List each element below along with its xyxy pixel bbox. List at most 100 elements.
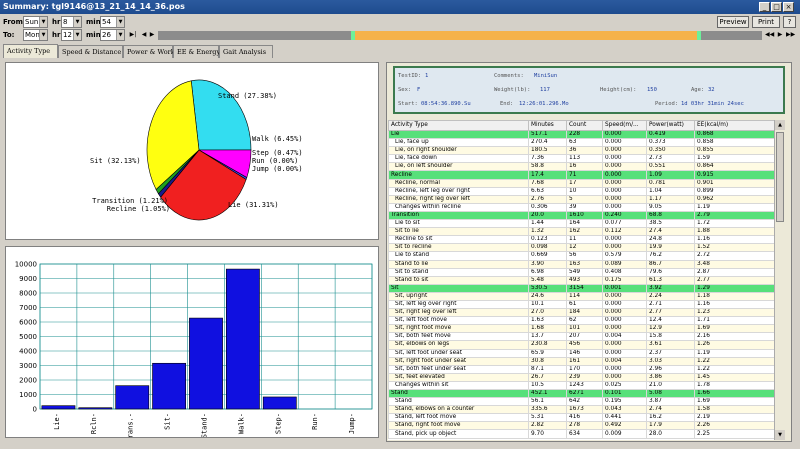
to-day-select[interactable]: Mon ▼ [23,29,48,41]
table-row[interactable]: Sit to stand 6.98 549 0.408 79.6 2.87 [388,267,774,277]
table-row[interactable]: Sit to recline 0.098 12 0.000 19.9 1.52 [388,243,774,253]
table-row[interactable]: Lie, face up 270.4 63 0.000 0.373 0.858 [388,138,774,148]
table-row[interactable]: Sit, feet elevated 26.7 239 0.000 3.86 1.45 [388,372,774,382]
timeline-end-handle[interactable] [697,31,701,40]
table-row[interactable]: Sit, upright 24.6 114 0.000 2.24 1.18 [388,291,774,301]
table-cell: 2.77 [646,308,695,318]
table-row[interactable]: Stand to sit 5.48 493 0.175 61.3 2.77 [388,275,774,285]
table-row[interactable]: Sit, left foot move 1.63 62 0.000 12.4 1.71 [388,316,774,326]
scroll-up-icon[interactable]: ▲ [775,120,785,130]
table-row[interactable]: Stand, left foot move 5.31 416 0.441 16.2 2.1… [388,413,774,423]
rewind-icon[interactable]: ◀◀ [765,29,774,41]
table-row[interactable]: Recline, normal 7.68 17 0.000 0.781 0.901 [388,178,774,188]
table-row[interactable]: Lie, on left shoulder 58.8 16 0.000 0.551 0.8… [388,162,774,172]
table-cell: Stand to sit [388,275,529,285]
column-header[interactable]: EE(kcal/m) [694,120,774,131]
column-header[interactable]: Minutes [528,120,567,131]
timeline-selection[interactable] [354,31,698,40]
tab-activity-type[interactable]: Activity Type [3,44,58,58]
table-row[interactable]: Lie to stand 0.669 56 0.579 76.2 2.72 [388,251,774,261]
table-row[interactable]: Sit, right foot move 1.68 101 0.000 12.9 1.69 [388,324,774,334]
print-button[interactable]: Print [752,16,780,28]
table-row[interactable]: Recline to sit 0.123 11 0.000 24.8 1.16 [388,235,774,245]
column-header[interactable]: Power(watt) [646,120,695,131]
tab-gait-analysis[interactable]: Gait Analysis [219,45,273,58]
table-cell: 549 [566,267,603,277]
activity-table-container[interactable]: Activity Type Minutes Count Speed(m/... Powe… [388,120,774,440]
table-cell: 0.901 [694,178,774,188]
table-row[interactable]: Sit, elbows on legs 230.8 456 0.000 3.61 1.26 [388,340,774,350]
chevron-down-icon: ▼ [116,17,124,27]
timeline-track[interactable] [158,31,762,40]
x-tick-label: Run- [311,413,319,430]
scroll-thumb[interactable] [776,132,784,222]
tab-ee-energy[interactable]: EE & Energy [173,45,220,58]
table-category-row[interactable]: Sit 530.5 3154 0.001 3.92 1.29 [388,283,774,293]
table-cell: 0.000 [602,348,647,358]
preview-button[interactable]: Preview [717,16,749,28]
table-cell: 76.2 [646,251,695,261]
table-row[interactable]: Stand to lie 3.90 163 0.089 86.7 3.48 [388,259,774,269]
table-row[interactable]: Sit, left foot under seat 65.9 146 0.000 2.3… [388,348,774,358]
table-row[interactable]: Sit, left leg over right 10.1 61 0.000 2.71 1… [388,299,774,310]
table-cell: 0.195 [602,397,647,407]
table-row[interactable]: Sit, both feet under seat 87.1 170 0.000 2.9… [388,364,774,374]
minimize-icon[interactable]: _ [759,2,770,12]
table-row[interactable]: Changes within recline 0.306 39 0.000 9.05 1.… [388,202,774,212]
to-min-select[interactable]: 26 ▼ [100,29,125,41]
table-cell: 1673 [566,405,603,415]
table-cell: 0.899 [694,186,774,196]
from-min-select[interactable]: 54 ▼ [100,16,125,28]
close-icon[interactable]: × [783,2,794,12]
table-row[interactable]: Lie, on right shoulder 180.5 36 0.000 0.350 0… [388,146,774,156]
table-cell: Changes within recline [388,202,529,212]
column-header[interactable]: Count [566,120,603,131]
maximize-icon[interactable]: □ [771,2,782,12]
table-cell: Lie, on right shoulder [388,146,529,156]
to-hr-select[interactable]: 12 ▼ [61,29,82,41]
table-cell: Stand, left foot move [388,413,529,423]
pie-label: Transition (1.21%) [92,197,168,205]
from-day-select[interactable]: Sun ▼ [23,16,48,28]
table-category-row[interactable]: Transition 20.0 1610 0.240 68.8 2.79 [388,210,774,221]
table-cell: 19.9 [646,243,695,253]
table-cell: 0.962 [694,194,774,204]
table-row[interactable]: Stand, pick up object 9.70 634 0.009 28.0 2.2… [388,429,774,439]
table-cell: 2.87 [694,267,774,277]
column-header[interactable]: Speed(m/... [602,120,647,131]
table-row[interactable]: Recline, right leg over left 2.76 5 0.000 1.… [388,194,774,204]
table-row[interactable]: Stand 56.1 642 0.195 3.87 1.69 [388,397,774,407]
next-icon[interactable]: ▶ [148,29,156,41]
timeline-start-handle[interactable] [351,31,355,40]
table-category-row[interactable]: Stand 452.1 6271 0.101 5.08 1.66 [388,388,774,399]
period-label: Period: [655,101,679,107]
table-cell: 0.000 [602,186,647,196]
from-hr-select[interactable]: 8 ▼ [61,16,82,28]
from-hr-value: 8 [63,18,68,26]
table-row[interactable]: Sit, right foot under seat 30.8 161 0.004 3.… [388,356,774,366]
table-row[interactable]: Recline, left leg over right 6.63 10 0.000 1… [388,186,774,196]
scroll-down-icon[interactable]: ▼ [775,430,785,440]
table-row[interactable]: Sit to lie 1.32 162 0.112 27.4 1.88 [388,227,774,237]
table-row[interactable]: Lie to sit 1.44 164 0.077 38.5 1.72 [388,219,774,229]
table-row[interactable]: Lie, face down 7.36 113 0.000 2.73 1.59 [388,154,774,164]
prev-icon[interactable]: ◀ [140,29,148,41]
tab-power-work[interactable]: Power & Work [123,45,175,58]
table-row[interactable]: Sit, right leg over left 27.0 184 0.000 2.77… [388,308,774,318]
table-cell: 0.306 [528,202,567,212]
help-button[interactable]: ? [783,16,796,28]
forward-icon[interactable]: ▶ [776,29,784,41]
table-row[interactable]: Changes within sit 10.5 1243 0.025 21.0 1.78 [388,380,774,391]
table-cell: 3.48 [694,259,774,269]
table-row[interactable]: Sit, both feet move 13.7 207 0.004 15.8 2.16 [388,332,774,342]
tab-speed-distance[interactable]: Speed & Distance [58,45,123,58]
first-icon[interactable]: ▶| [129,29,137,41]
table-category-row[interactable]: Recline 17.4 71 0.000 1.09 0.915 [388,170,774,180]
last-icon[interactable]: ▶▶ [786,29,795,41]
table-category-row[interactable]: Lie 517.1 228 0.000 0.419 0.868 [388,129,774,140]
table-row[interactable]: Stand, right foot move 2.82 278 0.492 17.9 2.… [388,421,774,431]
column-header[interactable]: Activity Type [388,120,529,131]
table-cell: 0.101 [602,388,647,399]
table-scrollbar[interactable]: ▲ ▼ [774,120,785,440]
table-row[interactable]: Stand, elbows on a counter 335.6 1673 0.043… [388,405,774,415]
